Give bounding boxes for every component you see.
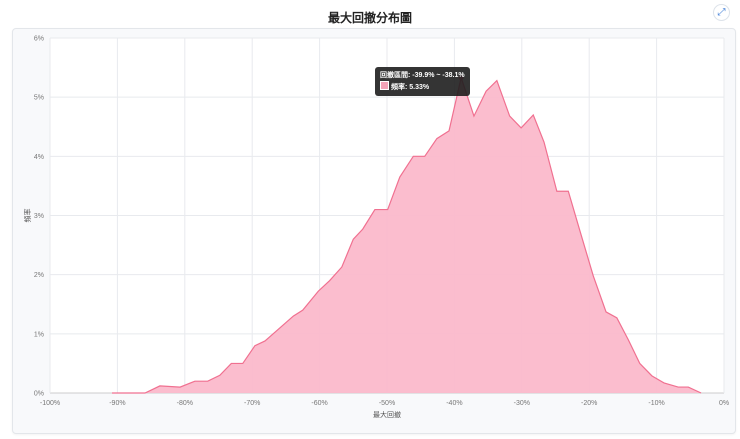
x-tick-label: -100% xyxy=(40,400,60,407)
x-axis-label: 最大回撤 xyxy=(373,410,401,419)
x-tick-label: -30% xyxy=(514,400,530,407)
x-tick-label: -50% xyxy=(379,400,395,407)
x-tick-label: 0% xyxy=(719,400,729,407)
x-tick-label: -80% xyxy=(177,400,193,407)
y-tick-label: 3% xyxy=(34,213,44,220)
y-tick-label: 0% xyxy=(34,391,44,398)
tooltip-range: 回撤區間: -39.9% ~ -38.1% xyxy=(380,72,465,79)
x-tick-label: -70% xyxy=(244,400,260,407)
y-tick-label: 6% xyxy=(34,36,44,43)
series-swatch xyxy=(380,81,389,90)
tooltip: 回撤區間: -39.9% ~ -38.1% 頻率: 5.33% xyxy=(375,67,470,96)
chart-svg: 0% 1% 2% 3% 4% 5% 6% -100% -90% -80% -70% -60% -50% -… xyxy=(23,36,729,420)
y-tick-label: 4% xyxy=(34,154,44,161)
x-tick-label: -20% xyxy=(581,400,597,407)
x-tick-label: -40% xyxy=(446,400,462,407)
tooltip-freq: 頻率: 5.33% xyxy=(391,84,430,91)
y-tick-label: 2% xyxy=(34,272,44,279)
x-tick-label: -60% xyxy=(311,400,327,407)
y-tick-label: 5% xyxy=(34,95,44,102)
x-tick-label: -10% xyxy=(648,400,664,407)
y-tick-label: 1% xyxy=(34,331,44,338)
x-tick-label: -90% xyxy=(109,400,125,407)
y-axis-label: 頻率 xyxy=(23,209,32,223)
